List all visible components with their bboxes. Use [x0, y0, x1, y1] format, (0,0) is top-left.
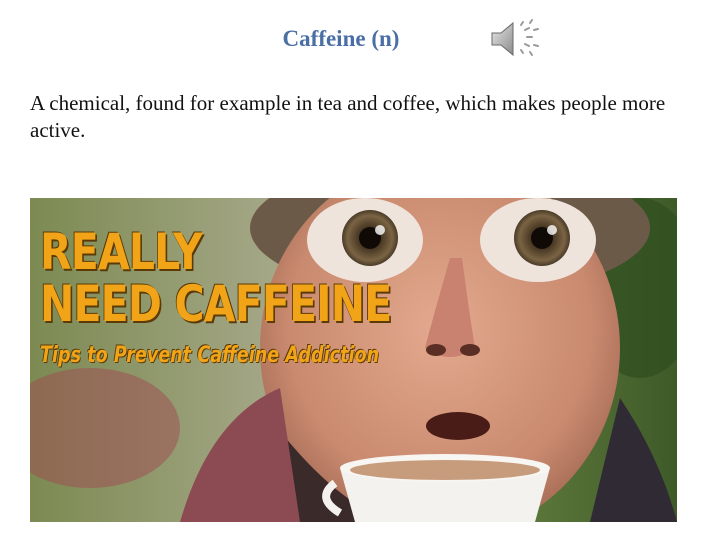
headline-line-1: REALLY: [40, 223, 203, 281]
slide-title: Caffeine (n): [282, 26, 400, 51]
definition-text: A chemical, found for example in tea and…: [30, 91, 666, 142]
coffee-photo: REALLY NEED CAFFEINE Tips to Prevent Caf…: [30, 198, 677, 522]
photo-headline: REALLY NEED CAFFEINE: [40, 223, 392, 333]
photo-subline: Tips to Prevent Caffeine Addiction: [40, 343, 380, 368]
headline-line-2: NEED CAFFEINE: [40, 275, 392, 333]
speaker-icon[interactable]: [488, 17, 540, 61]
